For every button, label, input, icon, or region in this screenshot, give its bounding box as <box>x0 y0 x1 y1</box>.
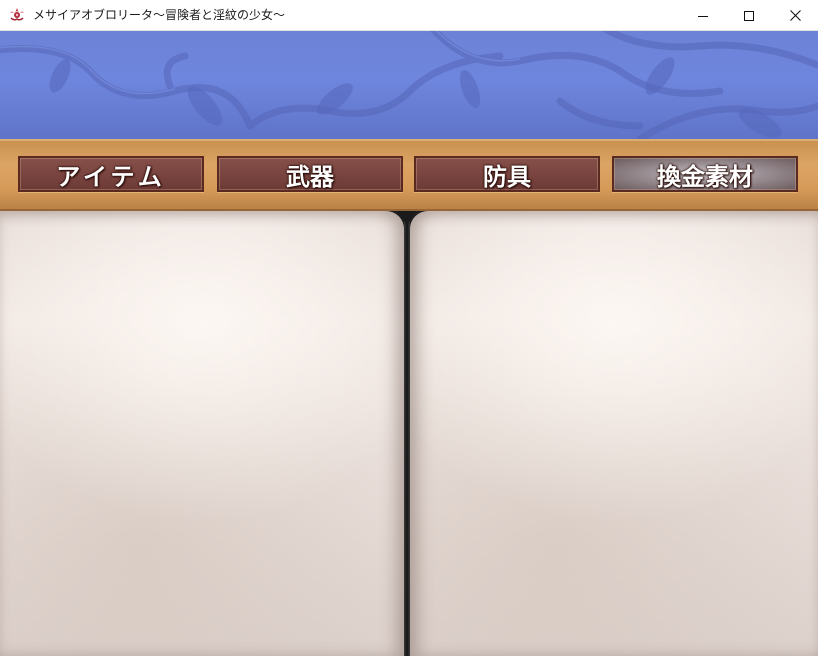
close-button[interactable] <box>772 0 818 31</box>
open-book-panel <box>0 211 818 656</box>
app-emblem-icon <box>10 8 24 21</box>
minimize-icon <box>698 15 708 17</box>
header-banner <box>0 31 818 139</box>
window-title: メサイアオブロリータ～冒険者と淫紋の少女～ <box>33 8 286 22</box>
minimize-button[interactable] <box>680 0 726 31</box>
item-list-page[interactable] <box>0 211 404 656</box>
tab-items[interactable]: アイテム <box>18 156 204 192</box>
tab-exchange-materials[interactable]: 換金素材 <box>612 156 798 192</box>
tab-armor[interactable]: 防具 <box>414 156 600 192</box>
maximize-button[interactable] <box>726 0 772 31</box>
title-bar[interactable]: メサイアオブロリータ～冒険者と淫紋の少女～ <box>0 0 818 31</box>
game-window: メサイアオブロリータ～冒険者と淫紋の少女～ アイテム 武器 防具 換金素材 <box>0 0 818 656</box>
maximize-icon <box>744 10 754 21</box>
tab-weapons[interactable]: 武器 <box>217 156 403 192</box>
close-icon <box>789 10 801 21</box>
item-detail-page[interactable] <box>410 211 818 656</box>
spine-notch-decoration <box>397 211 417 225</box>
game-screen: アイテム 武器 防具 換金素材 <box>0 31 818 656</box>
category-tab-bar: アイテム 武器 防具 換金素材 <box>0 139 818 211</box>
vine-ornament-decoration <box>0 31 818 139</box>
